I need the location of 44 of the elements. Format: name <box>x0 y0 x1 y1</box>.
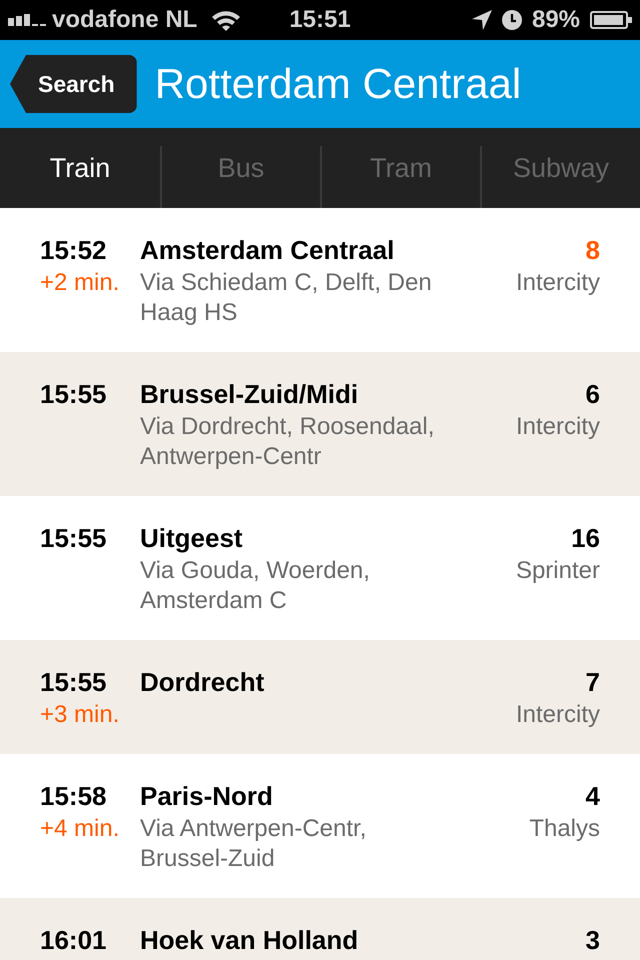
via-stations: Via Gouda, Woerden, Amsterdam C <box>140 556 371 616</box>
transport-tab[interactable]: Train <box>0 146 160 208</box>
platform-number: 4 <box>586 780 600 812</box>
departure-row[interactable]: 15:55 Brussel-Zuid/Midi Via Dordrecht, Roosendaal, Antwerpen-Centr 6 Intercity <box>0 352 640 496</box>
signal-bars-icon <box>8 14 46 26</box>
platform-number: 16 <box>571 522 600 554</box>
departure-time: 16:01 <box>40 924 108 956</box>
back-button[interactable]: Search <box>10 55 137 113</box>
train-type: Sprinter <box>516 556 600 586</box>
train-type: Thalys <box>529 814 600 844</box>
delay-text: +3 min. <box>40 700 120 730</box>
train-type: Intercity <box>516 412 600 442</box>
departure-row[interactable]: 15:55 +3 min. Dordrecht 7 Intercity <box>0 640 640 754</box>
departure-row[interactable]: 16:01 Hoek van Holland 3 <box>0 898 640 960</box>
departure-time: 15:55 <box>40 522 108 554</box>
battery-icon <box>590 11 632 29</box>
destination-name: Amsterdam Centraal <box>140 234 396 266</box>
destination-name: Dordrecht <box>140 666 266 698</box>
destination-name: Paris-Nord <box>140 780 274 812</box>
platform-number: 6 <box>586 378 600 410</box>
destination-name: Hoek van Holland <box>140 924 360 956</box>
via-stations: Via Dordrecht, Roosendaal, Antwerpen-Centr <box>140 412 436 472</box>
departure-time: 15:58 <box>40 780 108 812</box>
wifi-icon <box>211 9 242 31</box>
destination-name: Brussel-Zuid/Midi <box>140 378 360 410</box>
clock-time: 15:51 <box>289 6 351 34</box>
via-stations: Via Antwerpen-Centr, Brussel-Zuid <box>140 814 368 874</box>
carrier-name: vodafone NL <box>52 6 198 34</box>
location-arrow-icon <box>472 10 492 30</box>
train-type: Intercity <box>516 700 600 730</box>
platform-number: 3 <box>586 924 600 956</box>
departure-time: 15:55 <box>40 666 108 698</box>
station-title: Rotterdam Centraal <box>154 59 522 109</box>
delay-text: +2 min. <box>40 268 120 298</box>
departure-time: 15:52 <box>40 234 108 266</box>
battery-percentage: 89% <box>532 6 580 34</box>
departure-time: 15:55 <box>40 378 108 410</box>
clock-icon <box>502 10 522 30</box>
via-stations: Via Schiedam C, Delft, Den Haag HS <box>140 268 433 328</box>
train-type: Intercity <box>516 268 600 298</box>
platform-number: 8 <box>586 234 600 266</box>
delay-text: +4 min. <box>40 814 120 844</box>
destination-name: Uitgeest <box>140 522 244 554</box>
platform-number: 7 <box>586 666 600 698</box>
